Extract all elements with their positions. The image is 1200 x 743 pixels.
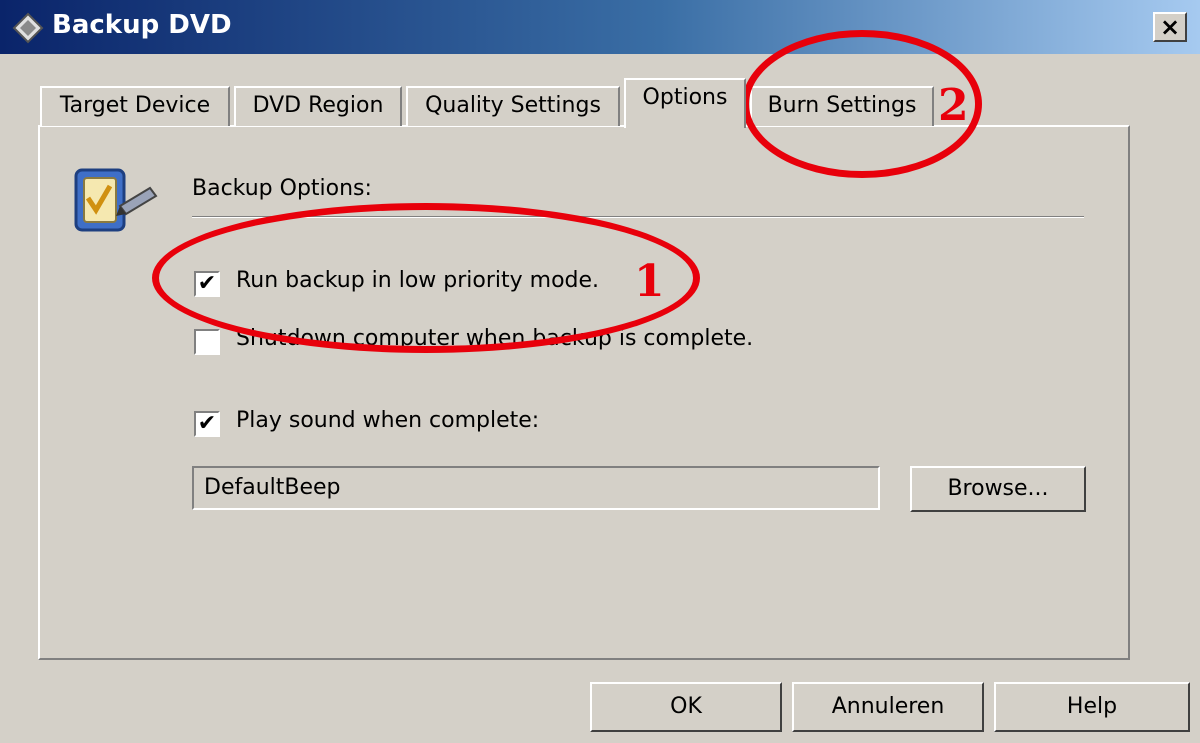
options-checklist-icon	[74, 168, 158, 232]
help-button[interactable]: Help	[994, 682, 1190, 732]
tab-options[interactable]: Options	[624, 78, 746, 128]
tab-dvd-region[interactable]: DVD Region	[234, 86, 402, 126]
tab-panel	[38, 125, 1130, 660]
play-sound-label: Play sound when complete:	[236, 408, 540, 433]
tab-target-device[interactable]: Target Device	[40, 86, 230, 126]
tab-quality-settings[interactable]: Quality Settings	[406, 86, 620, 126]
annotation-number-1: 1	[634, 256, 665, 307]
annotation-ellipse-1	[152, 203, 700, 353]
close-button[interactable]: ×	[1153, 12, 1187, 42]
ok-button[interactable]: OK	[590, 682, 782, 732]
play-sound-checkbox[interactable]: ✔	[194, 411, 220, 437]
annotation-number-2: 2	[938, 80, 969, 131]
title-bar[interactable]: Backup DVD ×	[0, 0, 1200, 54]
app-icon	[12, 12, 44, 44]
shutdown-checkbox[interactable]	[194, 329, 220, 355]
backup-options-label: Backup Options:	[192, 176, 372, 201]
sound-file-field[interactable]: DefaultBeep	[192, 466, 880, 510]
browse-button[interactable]: Browse...	[910, 466, 1086, 512]
window-title: Backup DVD	[52, 10, 232, 40]
cancel-button[interactable]: Annuleren	[792, 682, 984, 732]
